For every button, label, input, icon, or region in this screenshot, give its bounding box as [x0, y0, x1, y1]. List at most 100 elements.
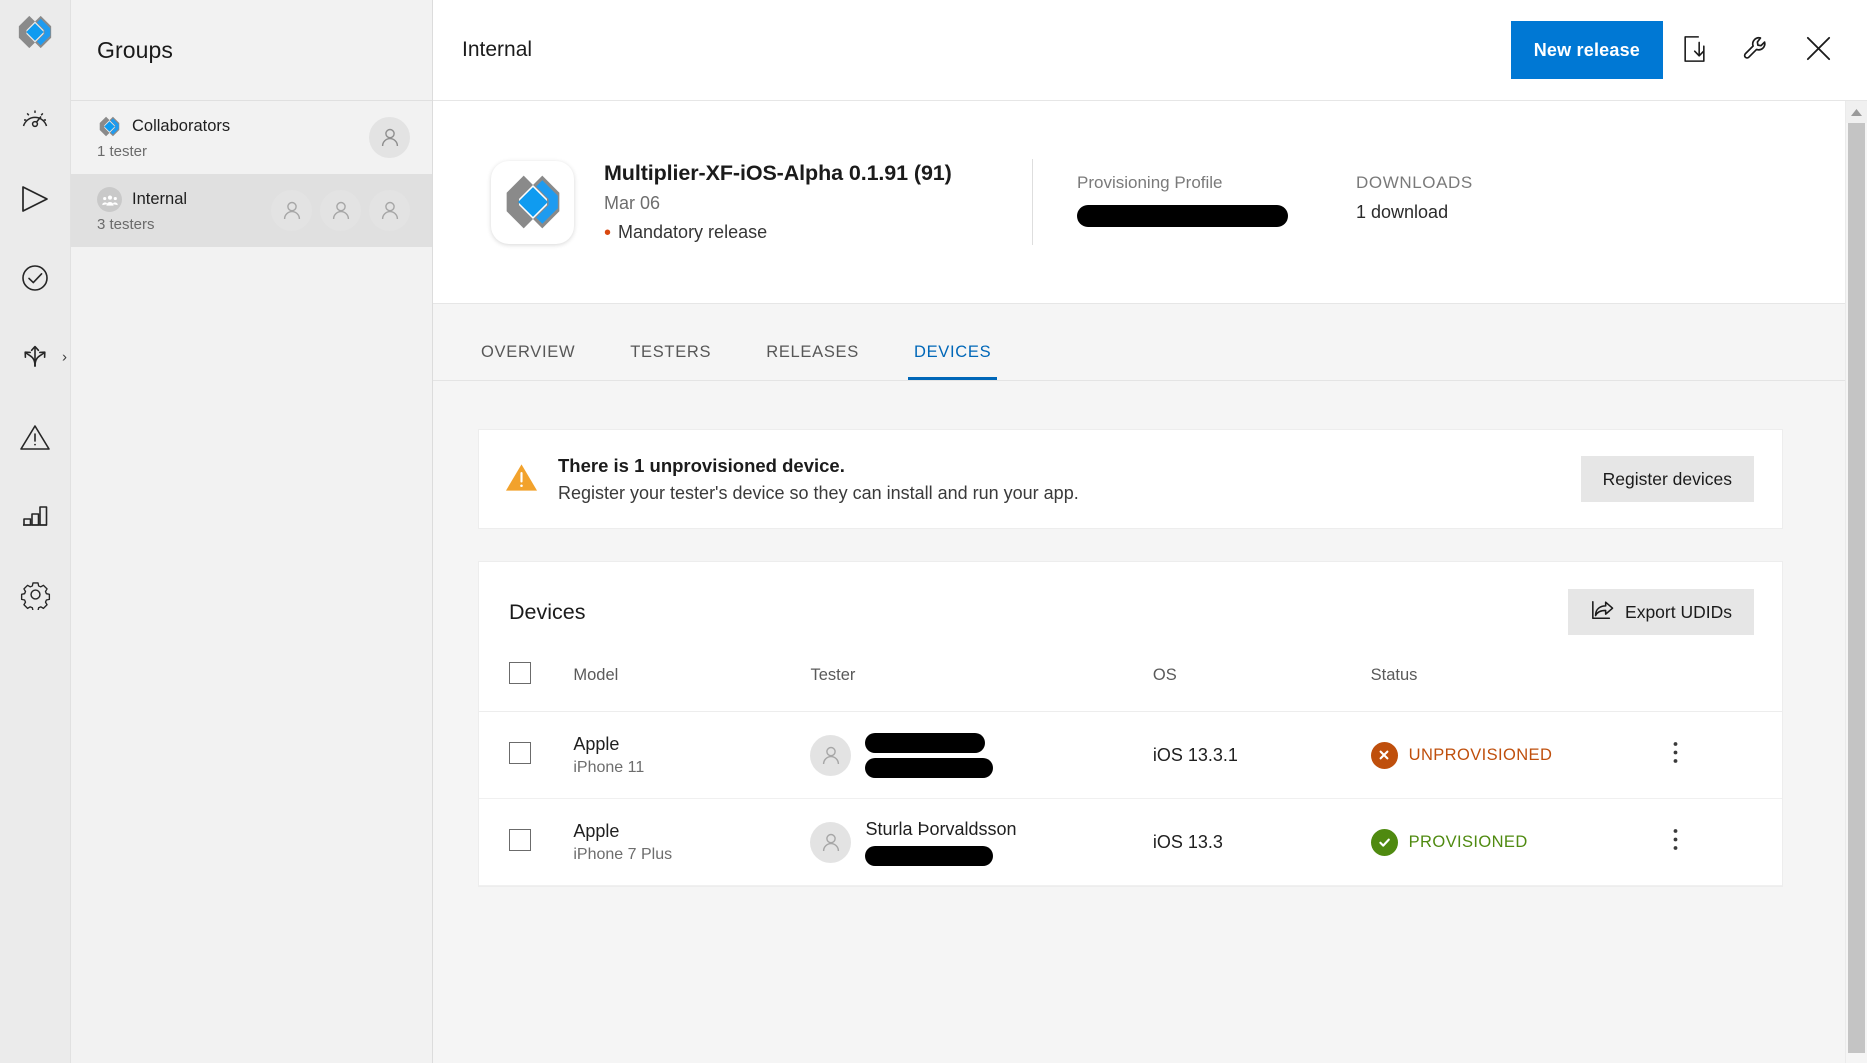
row-menu-cell	[1673, 798, 1782, 886]
register-devices-label: Register devices	[1602, 468, 1732, 489]
table-row[interactable]: Apple iPhone 11 iOS 13.3.1 UNPROVISIONED	[479, 711, 1782, 799]
banner-subtitle: Register your tester's device so they ca…	[558, 482, 1079, 503]
release-date: Mar 06	[604, 193, 661, 213]
column-header-actions	[1673, 662, 1782, 712]
fact-value: 1 download	[1356, 201, 1449, 222]
new-release-button[interactable]: New release	[1510, 21, 1663, 79]
tab-testers[interactable]: TESTERS	[627, 343, 714, 380]
avatar	[810, 734, 852, 776]
row-menu-cell	[1673, 711, 1782, 799]
status-badge: PROVISIONED	[1408, 832, 1528, 851]
model-name: Apple	[573, 733, 620, 754]
fact-label: DOWNLOADS	[1356, 172, 1473, 192]
rail-item-build[interactable]	[9, 173, 61, 225]
select-all-checkbox[interactable]	[509, 662, 531, 684]
close-button[interactable]	[1787, 19, 1849, 81]
column-header-status: Status	[1370, 662, 1674, 712]
tester-cell: Sturla Þorvaldsson	[810, 798, 1153, 886]
model-cell: Apple iPhone 7 Plus	[573, 798, 811, 886]
export-udids-label: Export UDIDs	[1625, 601, 1732, 622]
redacted-tester-email	[865, 845, 994, 866]
tester-name: Sturla Þorvaldsson	[865, 818, 1017, 839]
groups-header: Groups	[71, 0, 432, 101]
release-facts: Provisioning Profile DOWNLOADS 1 downloa…	[1077, 173, 1541, 232]
vertical-scrollbar[interactable]	[1845, 101, 1867, 1063]
appcenter-logo-icon[interactable]	[11, 8, 59, 56]
column-header-os: OS	[1152, 662, 1371, 712]
release-name: Multiplier-XF-iOS-Alpha 0.1.91 (91)	[604, 161, 952, 185]
warning-triangle-icon	[505, 462, 538, 497]
tab-releases[interactable]: RELEASES	[763, 343, 862, 380]
rail-item-settings[interactable]	[9, 568, 61, 620]
group-row-internal[interactable]: Internal 3 testers	[71, 174, 432, 247]
devices-panel: Devices Export UDIDs Model Tester OS Sta…	[478, 561, 1783, 887]
avatar	[369, 116, 410, 158]
appcenter-app-icon	[491, 160, 574, 244]
export-udids-button[interactable]: Export UDIDs	[1568, 589, 1754, 635]
tester-info	[865, 732, 994, 778]
tab-overview[interactable]: OVERVIEW	[478, 343, 578, 380]
app-window: › Groups Collaborators 1 tester Internal…	[0, 0, 1867, 1063]
tester-cell	[810, 711, 1153, 799]
group-avatars	[369, 116, 410, 158]
avatar	[810, 821, 852, 863]
group-subtitle: 3 testers	[97, 216, 155, 233]
scrollbar-thumb[interactable]	[1848, 123, 1865, 1053]
chevron-right-icon: ›	[62, 348, 67, 366]
groups-title: Groups	[97, 36, 174, 63]
share-export-icon	[1590, 599, 1614, 626]
mandatory-dot-icon: •	[604, 221, 612, 244]
rail-item-test[interactable]	[9, 252, 61, 304]
rail-item-distribute[interactable]: ›	[9, 331, 67, 383]
rail-item-analytics[interactable]	[9, 489, 61, 541]
divider	[1032, 159, 1033, 245]
group-row-collaborators[interactable]: Collaborators 1 tester	[71, 101, 432, 174]
group-avatars	[271, 189, 410, 231]
status-cell: UNPROVISIONED	[1370, 711, 1674, 799]
os-cell: iOS 13.3	[1152, 798, 1371, 886]
tab-bar: OVERVIEW TESTERS RELEASES DEVICES	[433, 304, 1845, 381]
mandatory-label: Mandatory release	[618, 222, 768, 242]
fact-provisioning-profile: Provisioning Profile	[1077, 173, 1288, 232]
status-ok-icon	[1370, 828, 1398, 856]
banner-title: There is 1 unprovisioned device.	[558, 454, 845, 476]
register-devices-button[interactable]: Register devices	[1580, 456, 1754, 502]
rail-item-overview[interactable]	[9, 94, 61, 146]
release-summary-card: Multiplier-XF-iOS-Alpha 0.1.91 (91) Mar …	[433, 101, 1845, 304]
table-row[interactable]: Apple iPhone 7 Plus Sturla Þorvaldsson i…	[479, 798, 1782, 886]
appcenter-logo-icon	[97, 114, 122, 139]
column-header-model: Model	[573, 662, 811, 712]
row-checkbox[interactable]	[509, 828, 531, 851]
distribute-arrows-icon	[19, 342, 51, 372]
groups-pane: Groups Collaborators 1 tester Internal 3…	[71, 0, 433, 1063]
model-sub: iPhone 7 Plus	[573, 845, 673, 863]
os-cell: iOS 13.3.1	[1152, 711, 1371, 799]
scroll-up-arrow-icon[interactable]	[1846, 101, 1867, 123]
main-header: Internal New release	[433, 0, 1867, 101]
wrench-button[interactable]	[1725, 19, 1787, 81]
main-panel: Internal New release Multiplier-XF-iOS-A…	[433, 0, 1867, 1063]
status-cell: PROVISIONED	[1370, 798, 1674, 886]
devices-panel-header: Devices Export UDIDs	[479, 562, 1782, 662]
kebab-menu-icon[interactable]	[1673, 742, 1678, 769]
warning-triangle-icon	[19, 422, 51, 451]
model-cell: Apple iPhone 11	[573, 711, 811, 799]
release-mandatory: • Mandatory release	[604, 222, 1004, 243]
row-select-cell	[479, 711, 574, 799]
check-circle-icon	[20, 263, 50, 293]
devices-table: Model Tester OS Status Apple iPhone 11 i…	[479, 662, 1782, 886]
kebab-menu-icon[interactable]	[1673, 829, 1678, 856]
select-all-header	[479, 662, 574, 712]
redacted-tester-name	[865, 732, 986, 753]
gauge-icon	[20, 105, 50, 135]
group-name: Internal	[132, 190, 188, 208]
download-to-device-button[interactable]	[1663, 19, 1725, 81]
row-select-cell	[479, 798, 574, 886]
avatar	[320, 189, 361, 231]
unprovisioned-banner: There is 1 unprovisioned device. Registe…	[478, 429, 1783, 529]
redacted-value	[1077, 204, 1288, 227]
page-title: Internal	[462, 38, 533, 61]
tab-devices[interactable]: DEVICES	[907, 343, 998, 380]
rail-item-diagnostics[interactable]	[9, 410, 61, 462]
row-checkbox[interactable]	[509, 741, 531, 764]
